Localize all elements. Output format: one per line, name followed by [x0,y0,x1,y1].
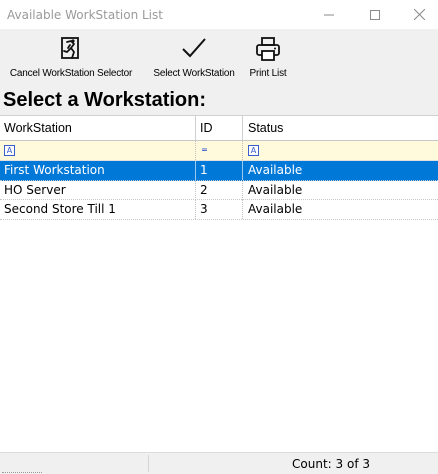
status-cell: Available [248,202,303,216]
id-cell: 1 [200,163,208,177]
filter-text-icon[interactable]: A [4,145,15,156]
print-list-button[interactable]: Print List [244,29,292,87]
close-icon [413,9,425,20]
cancel-workstation-selector-button[interactable]: Cancel WorkStation Selector [2,29,140,87]
cancel-workstation-selector-label: Cancel WorkStation Selector [9,68,133,79]
maximize-icon [370,9,380,20]
toolbar: Cancel WorkStation Selector Select WorkS… [0,29,438,87]
column-header-id[interactable]: ID [196,116,242,140]
status-cell: Available [248,163,303,177]
id-cell: 2 [200,182,208,197]
window-title: Available WorkStation List [7,8,163,22]
status-bar: Count: 3 of 3 [0,452,438,474]
close-button[interactable] [396,0,438,29]
page-title: Select a Workstation: [3,89,207,111]
workstation-cell: HO Server [4,182,66,197]
maximize-button[interactable] [352,0,398,29]
print-list-label: Print List [249,68,287,79]
checkmark-icon [182,38,206,58]
filter-row: A = A [0,141,438,161]
title-bar: Available WorkStation List [0,0,438,29]
filter-text-icon[interactable]: A [248,145,259,156]
status-cell: Available [248,182,303,197]
workstation-cell: First Workstation [4,163,105,177]
resize-grip[interactable] [2,471,42,473]
select-workstation-button[interactable]: Select WorkStation [146,29,242,87]
select-workstation-label: Select WorkStation [153,68,235,79]
cancel-workstation-icon [61,37,79,59]
printer-icon [256,37,280,61]
status-divider [148,455,149,472]
workstation-cell: Second Store Till 1 [4,202,116,216]
grid-header: WorkStation ID Status [0,115,438,141]
heading-bar: Select a Workstation: [0,87,438,115]
table-row[interactable]: HO Server 2 Available [0,180,438,200]
column-header-status[interactable]: Status [244,116,438,140]
table-row[interactable]: Second Store Till 1 3 Available [0,200,438,220]
minimize-icon [324,14,334,15]
column-header-workstation[interactable]: WorkStation [0,116,195,140]
filter-equals-icon[interactable]: = [200,145,209,154]
record-count: Count: 3 of 3 [292,457,370,471]
minimize-button[interactable] [306,0,352,29]
table-row[interactable]: First Workstation 1 Available [0,161,438,181]
id-cell: 3 [200,202,208,216]
